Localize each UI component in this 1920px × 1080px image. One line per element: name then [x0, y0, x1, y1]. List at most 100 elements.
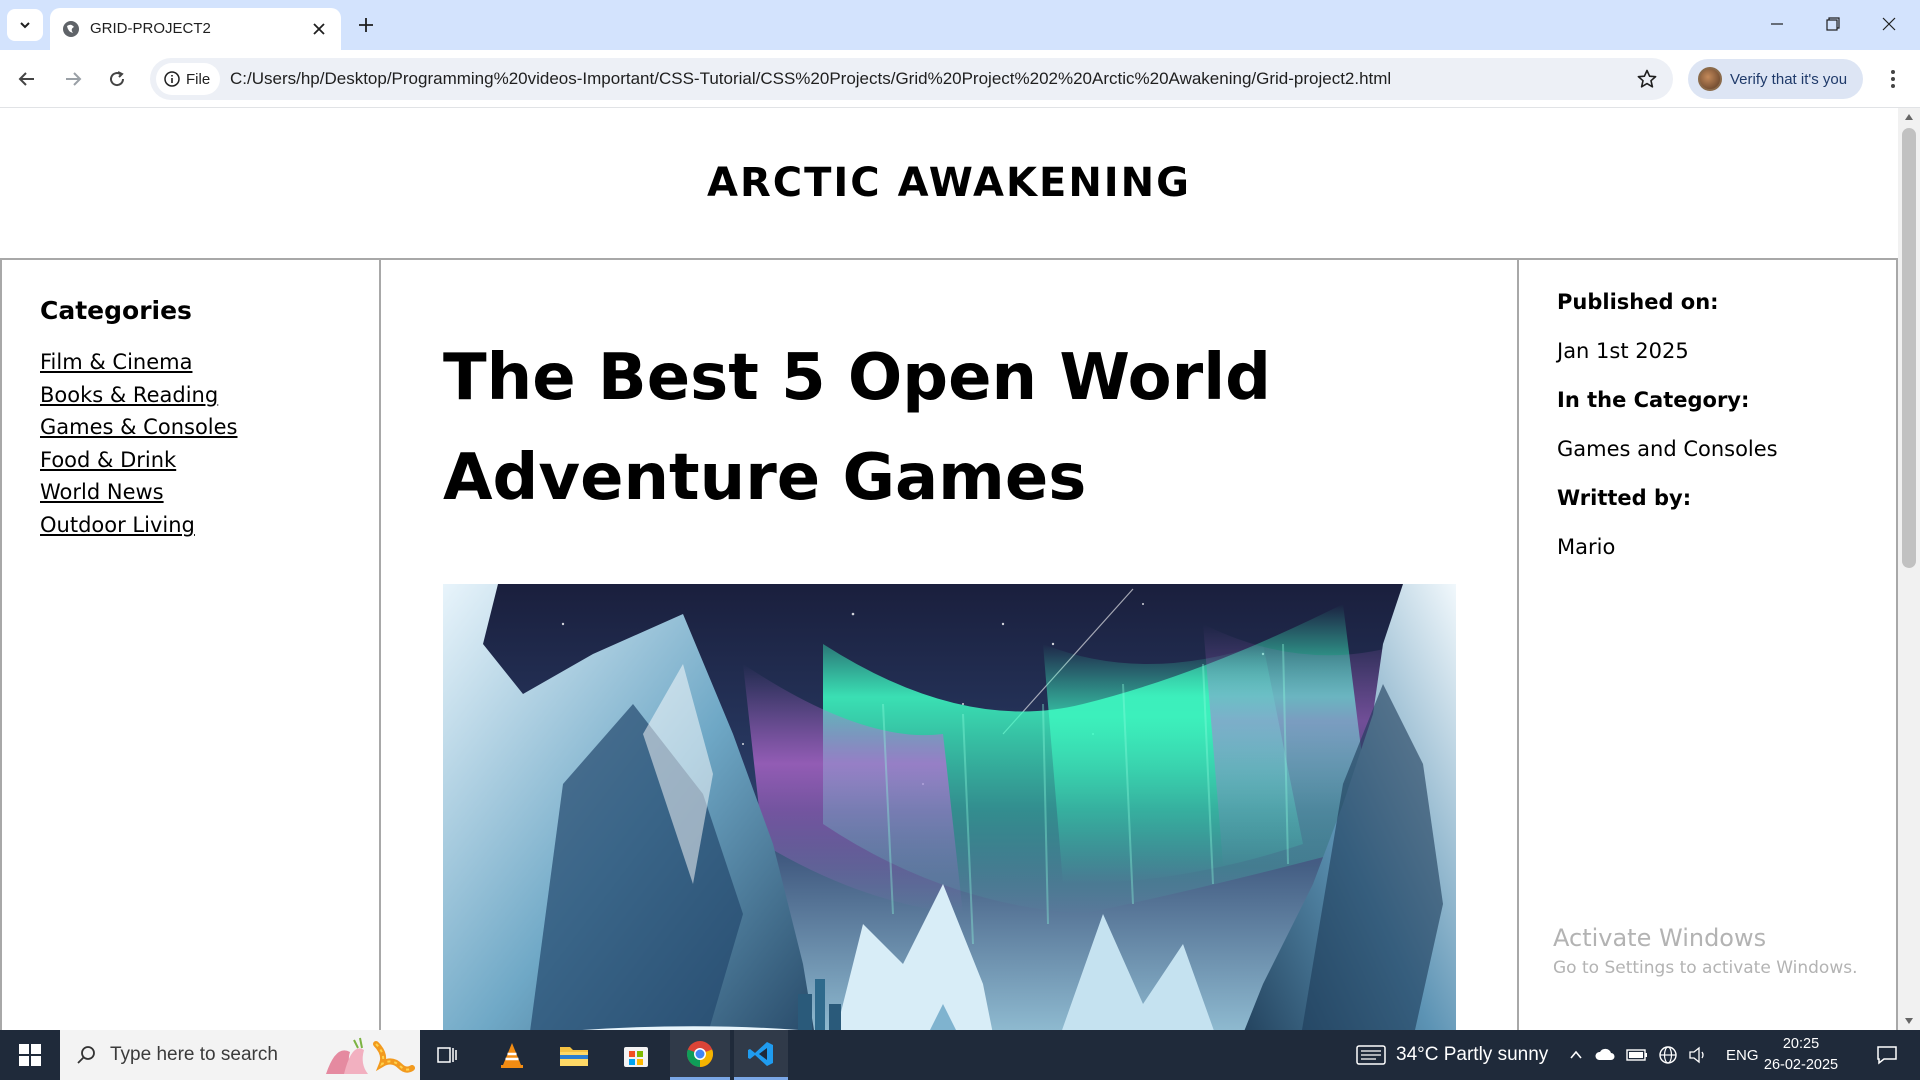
list-item: Film & Cinema	[40, 350, 238, 383]
categories-list: Film & Cinema Books & Reading Games & Co…	[40, 350, 238, 546]
browser-tab-bar: GRID-PROJECT2	[0, 0, 1920, 50]
category-link-food-drink[interactable]: Food & Drink	[40, 448, 176, 472]
taskbar-chrome[interactable]	[670, 1030, 730, 1080]
site-header: ARCTIC AWAKENING	[0, 108, 1898, 258]
chevron-up-icon[interactable]	[1568, 1047, 1584, 1063]
site-info-chip[interactable]: File	[156, 63, 220, 95]
task-view-icon	[437, 1047, 457, 1063]
task-view-button[interactable]	[420, 1030, 476, 1080]
clock-date: 26-02-2025	[1763, 1057, 1839, 1073]
article-meta-sidebar: Published on: Jan 1st 2025 In the Catego…	[1517, 260, 1898, 1030]
scroll-thumb[interactable]	[1902, 128, 1916, 568]
chevron-down-icon	[20, 22, 30, 29]
article-title: The Best 5 Open World Adventure Games	[443, 341, 1271, 515]
cloud-sync-icon[interactable]	[1594, 1046, 1616, 1064]
address-bar[interactable]: File C:/Users/hp/Desktop/Programming%20v…	[150, 58, 1673, 100]
list-item: Food & Drink	[40, 448, 238, 481]
scroll-up-arrow[interactable]	[1903, 112, 1915, 122]
language-indicator[interactable]: ENG	[1726, 1047, 1759, 1064]
info-icon	[164, 71, 180, 87]
bookmark-button[interactable]	[1635, 67, 1659, 91]
weather-text: 34°C Partly sunny	[1396, 1044, 1549, 1065]
browser-toolbar: File C:/Users/hp/Desktop/Programming%20v…	[0, 50, 1920, 108]
list-item: Books & Reading	[40, 383, 238, 416]
categories-heading: Categories	[40, 296, 192, 325]
content-grid: Categories Film & Cinema Books & Reading…	[0, 258, 1898, 1030]
browser-menu-button[interactable]	[1878, 62, 1908, 96]
start-button[interactable]	[0, 1030, 60, 1080]
tab-search-button[interactable]	[7, 9, 43, 41]
taskbar-vlc[interactable]	[484, 1030, 540, 1080]
profile-verify-button[interactable]: Verify that it's you	[1688, 59, 1863, 99]
category-value: Games and Consoles	[1557, 437, 1778, 461]
minimize-icon	[1771, 23, 1783, 25]
list-item: Games & Consoles	[40, 415, 238, 448]
back-button[interactable]	[10, 62, 44, 96]
article-hero-image	[443, 584, 1456, 1030]
volume-icon[interactable]	[1688, 1046, 1708, 1064]
windows-logo-icon	[19, 1044, 41, 1066]
reload-icon	[110, 71, 125, 87]
close-window-button[interactable]	[1866, 6, 1912, 42]
restore-icon	[1826, 17, 1840, 31]
category-link-outdoor-living[interactable]: Outdoor Living	[40, 513, 195, 537]
close-icon	[1882, 17, 1896, 31]
store-icon	[624, 1047, 648, 1067]
article-main: The Best 5 Open World Adventure Games	[381, 260, 1519, 1030]
system-tray: ENG	[1568, 1030, 1759, 1080]
close-icon	[313, 23, 325, 35]
clock-time: 20:25	[1782, 1036, 1820, 1052]
list-item: Outdoor Living	[40, 513, 238, 546]
published-value: Jan 1st 2025	[1557, 339, 1689, 363]
taskbar-clock[interactable]: 20:25 26-02-2025	[1756, 1034, 1846, 1076]
triangle-down-icon	[1905, 1018, 1913, 1024]
taskbar-file-explorer[interactable]	[546, 1030, 602, 1080]
arrow-left-icon	[18, 72, 34, 86]
taskbar-vscode[interactable]	[734, 1030, 788, 1080]
restore-button[interactable]	[1810, 6, 1856, 42]
globe-icon	[63, 21, 79, 37]
triangle-up-icon	[1905, 114, 1913, 120]
reload-button[interactable]	[100, 62, 134, 96]
new-tab-button[interactable]	[352, 11, 380, 39]
file-chip-label: File	[186, 70, 211, 88]
windows-taskbar: Type here to search 34°C Partly sunny EN…	[0, 1030, 1920, 1080]
forward-button[interactable]	[56, 62, 90, 96]
folder-icon	[560, 1047, 588, 1066]
notification-center-button[interactable]	[1862, 1030, 1912, 1080]
weather-widget[interactable]: 34°C Partly sunny	[1356, 1030, 1548, 1080]
chrome-icon	[686, 1040, 714, 1067]
page-viewport: ARCTIC AWAKENING Categories Film & Cinem…	[0, 108, 1898, 1030]
notification-icon	[1877, 1046, 1897, 1065]
url-text[interactable]: C:/Users/hp/Desktop/Programming%20videos…	[230, 69, 1391, 89]
globe-network-icon[interactable]	[1658, 1045, 1678, 1065]
verify-label: Verify that it's you	[1730, 70, 1848, 88]
arrow-right-icon	[66, 72, 82, 86]
category-label: In the Category:	[1557, 388, 1750, 412]
site-title: ARCTIC AWAKENING	[707, 160, 1191, 206]
vscode-icon	[748, 1041, 773, 1066]
search-placeholder: Type here to search	[110, 1044, 278, 1065]
category-link-books-reading[interactable]: Books & Reading	[40, 383, 218, 407]
author-value: Mario	[1557, 535, 1616, 559]
star-icon	[1637, 69, 1657, 88]
taskbar-microsoft-store[interactable]	[608, 1030, 664, 1080]
kebab-menu-icon	[1891, 70, 1895, 88]
search-highlight-illustration	[326, 1037, 415, 1074]
activate-windows-title: Activate Windows	[1553, 924, 1767, 952]
minimize-button[interactable]	[1754, 6, 1800, 42]
category-link-games-consoles[interactable]: Games & Consoles	[40, 415, 238, 439]
close-tab-button[interactable]	[309, 19, 329, 39]
taskbar-search-box[interactable]: Type here to search	[60, 1030, 420, 1080]
list-item: World News	[40, 480, 238, 513]
search-icon	[77, 1046, 95, 1064]
categories-sidebar: Categories Film & Cinema Books & Reading…	[0, 260, 381, 1030]
battery-icon[interactable]	[1626, 1048, 1648, 1062]
activate-windows-subtitle: Go to Settings to activate Windows.	[1553, 958, 1858, 978]
category-link-world-news[interactable]: World News	[40, 480, 164, 504]
plus-icon	[359, 18, 373, 32]
browser-tab-active[interactable]: GRID-PROJECT2	[50, 8, 341, 50]
category-link-film-cinema[interactable]: Film & Cinema	[40, 350, 192, 374]
scroll-down-arrow[interactable]	[1903, 1016, 1915, 1026]
page-scrollbar[interactable]	[1898, 108, 1920, 1030]
